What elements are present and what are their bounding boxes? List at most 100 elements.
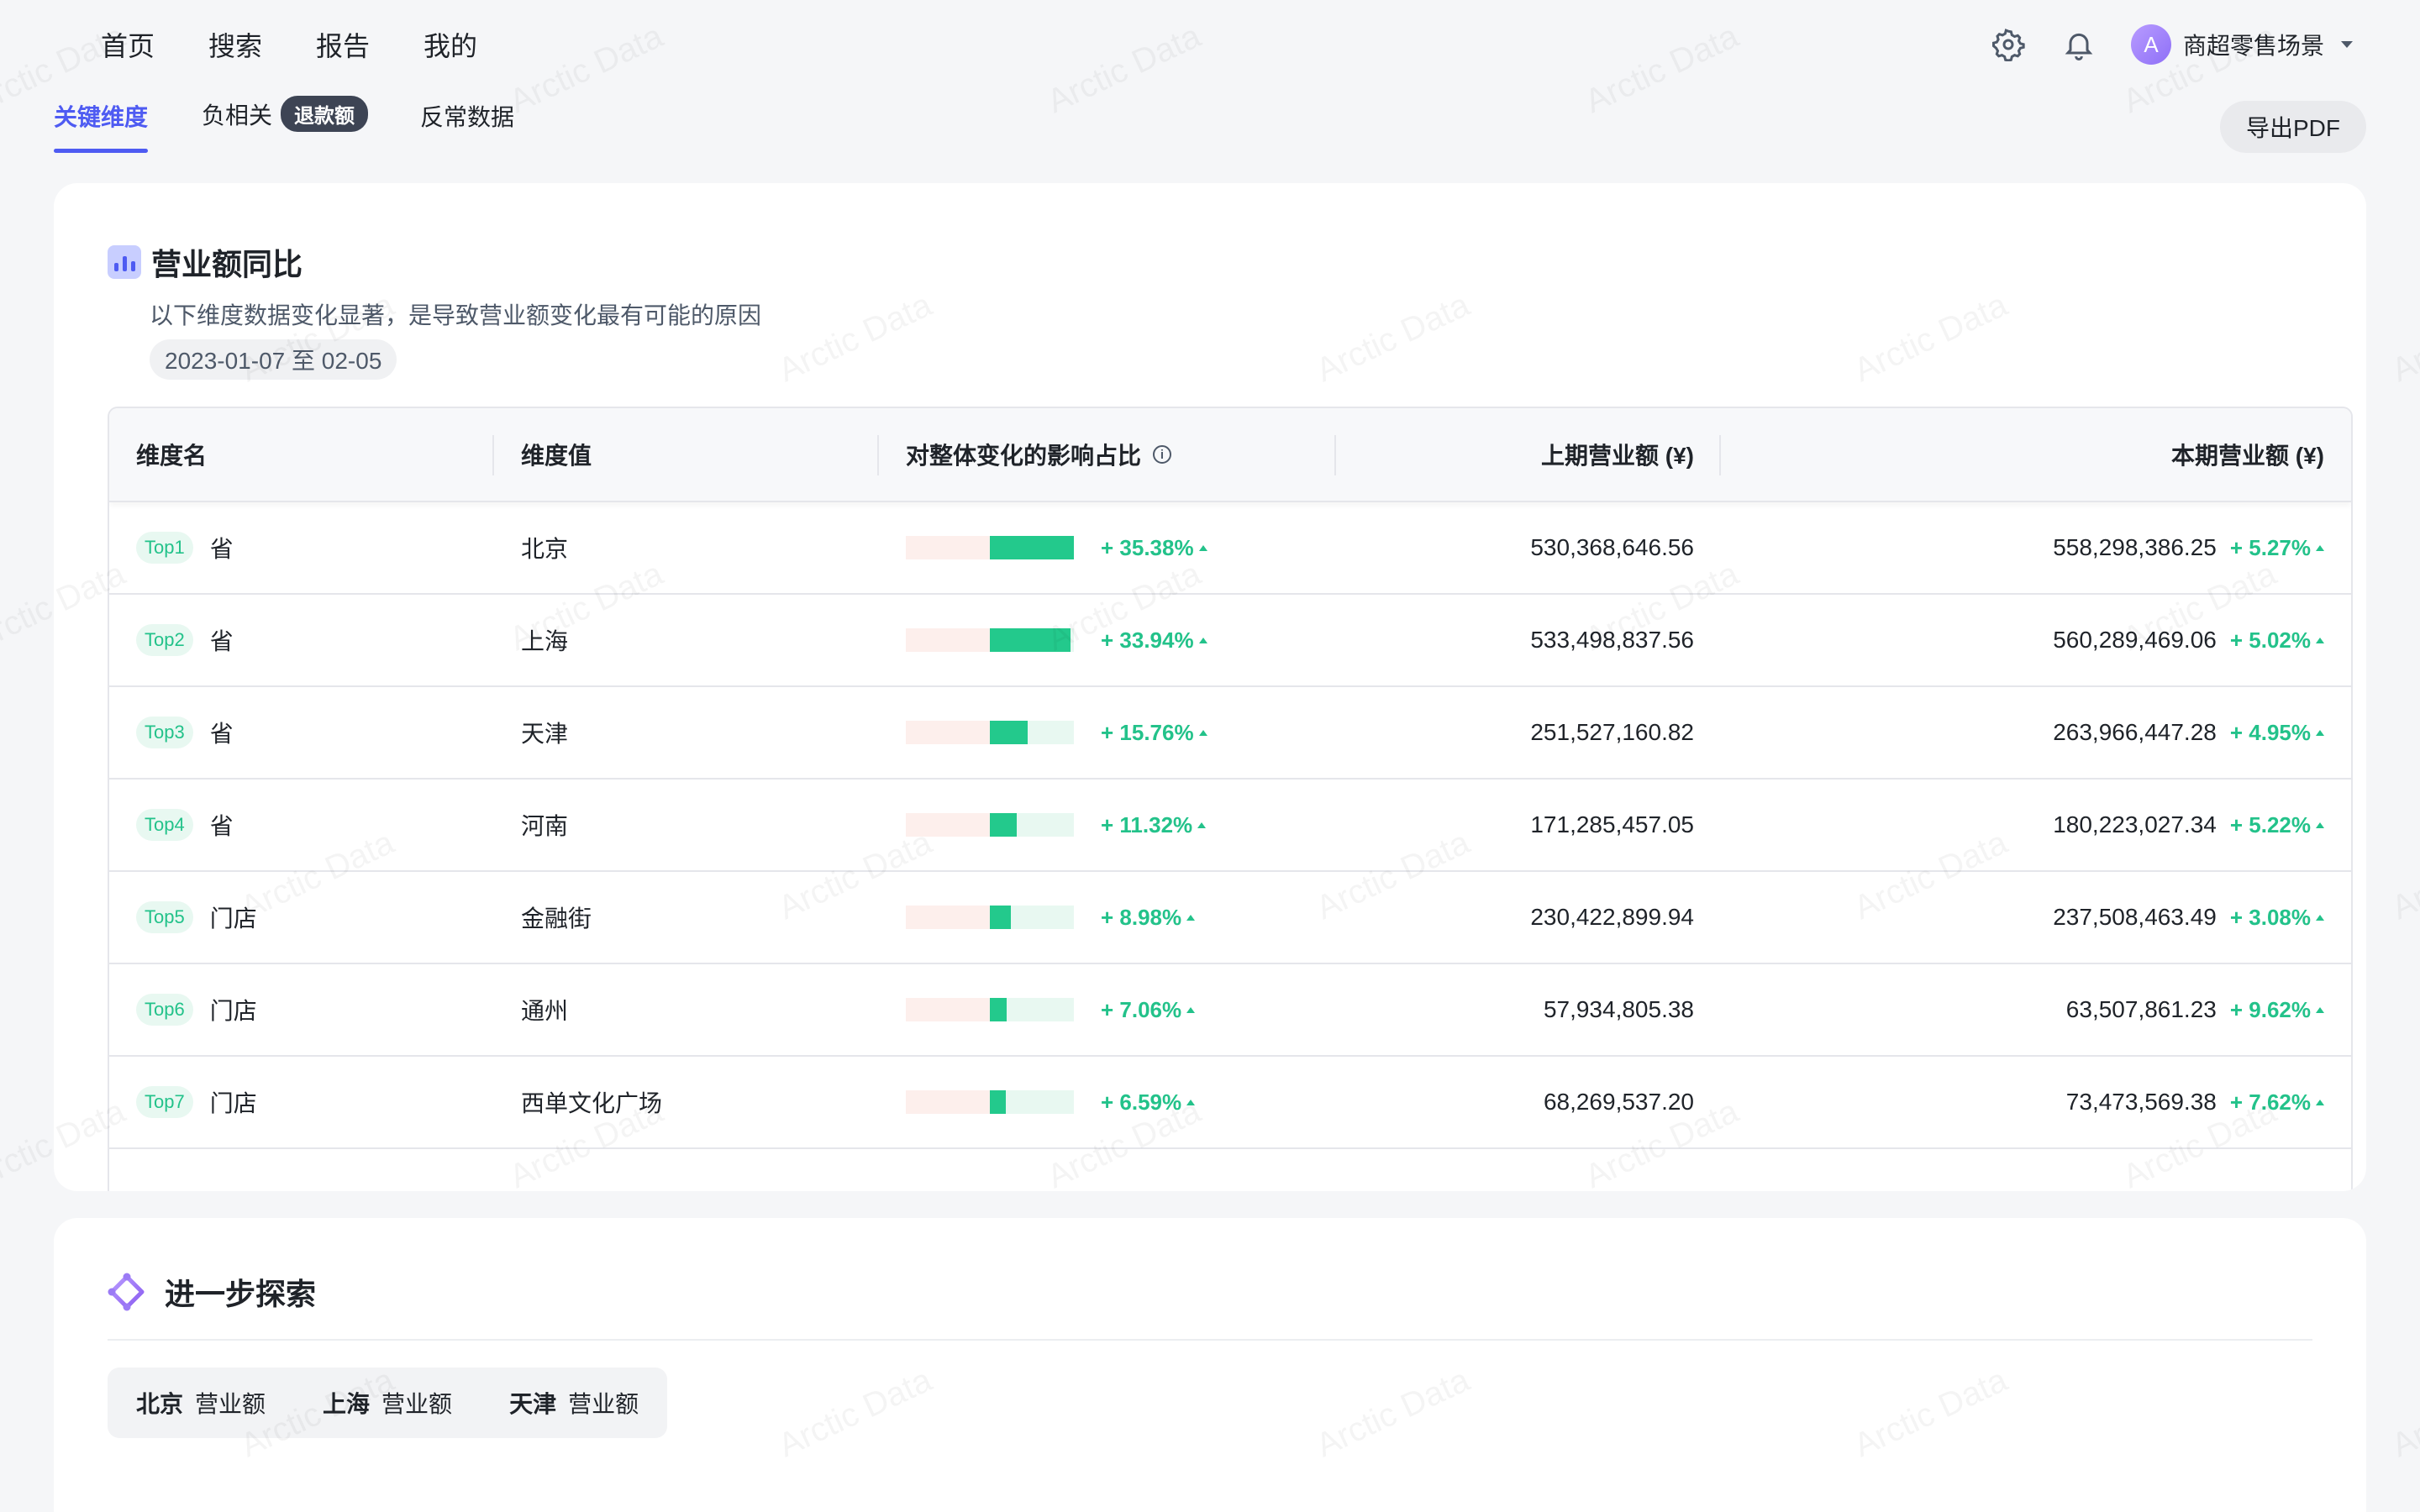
- export-pdf-button[interactable]: 导出PDF: [2220, 101, 2366, 153]
- notifications-button[interactable]: [2060, 26, 2097, 63]
- col-header-prev-revenue: 上期营业额 (¥): [1336, 408, 1721, 501]
- impact-bar-negative-track: [906, 628, 990, 652]
- table-row[interactable]: Top4 省 河南 + 11.32% 171,285,457.05 180,223,027…: [109, 780, 2351, 872]
- cell-curr-revenue: 558,298,386.25 + 5.27%: [1721, 502, 2351, 593]
- watermark: Arctic Data: [2386, 824, 2420, 927]
- cell-impact: + 7.06%: [879, 964, 1336, 1055]
- tab-label: 关键维度: [54, 104, 149, 130]
- col-header-curr-revenue: 本期营业额 (¥): [2170, 443, 2324, 469]
- up-arrow-icon: [1198, 729, 1207, 736]
- cell-prev-revenue: 251,527,160.82: [1336, 687, 1721, 778]
- settings-button[interactable]: [1990, 26, 2027, 63]
- up-arrow-icon: [1186, 914, 1196, 921]
- cell-dimension-value: 通州: [521, 998, 569, 1024]
- tab-anomalies[interactable]: 反常数据: [420, 99, 514, 133]
- nav-reports[interactable]: 报告: [316, 25, 370, 64]
- cell-dimension-value: 金融街: [521, 906, 592, 932]
- explore-chip-tianjin[interactable]: 天津 营业额: [509, 1386, 639, 1420]
- top-nav: 首页 搜索 报告 我的 A 商超零售场景: [0, 0, 2420, 91]
- up-arrow-icon: [2316, 914, 2324, 921]
- avatar: A: [2130, 24, 2171, 65]
- cell-prev-revenue: 230,422,899.94: [1336, 872, 1721, 963]
- up-arrow-icon: [2316, 1006, 2324, 1013]
- up-arrow-icon: [1198, 637, 1207, 643]
- prev-revenue: 533,498,837.56: [1530, 627, 1694, 653]
- prev-revenue: 68,269,537.20: [1543, 1089, 1694, 1115]
- impact-bar-fill: [990, 1090, 1006, 1114]
- chip-entity: 上海: [323, 1391, 371, 1417]
- impact-percent-label: + 11.32%: [1101, 811, 1193, 837]
- impact-percent: + 8.98%: [1101, 905, 1196, 931]
- impact-bar: [906, 536, 1074, 559]
- revenue-change: + 5.27%: [2230, 535, 2324, 561]
- impact-bar-fill: [990, 998, 1007, 1021]
- col-header-dimension-name: 维度名: [109, 408, 494, 501]
- user-name: 商超零售场景: [2182, 33, 2324, 59]
- revenue-change-label: + 9.62%: [2229, 996, 2311, 1022]
- rank-tag: Top6: [136, 994, 193, 1026]
- prev-revenue: 171,285,457.05: [1530, 811, 1694, 837]
- cell-dimension-name: Top3 省: [109, 687, 494, 778]
- cell-dimension-value: 天津: [521, 721, 569, 747]
- rank-tag: Top4: [136, 809, 193, 841]
- curr-revenue: 558,298,386.25: [2053, 534, 2217, 560]
- tab-key-dimensions[interactable]: 关键维度: [54, 99, 148, 133]
- card-header: 营业额同比: [108, 240, 302, 284]
- cell-curr-revenue: 237,508,463.49 + 3.08%: [1721, 872, 2351, 963]
- up-arrow-icon: [2316, 544, 2324, 551]
- impact-bar-fill: [990, 906, 1011, 929]
- explore-chip-shanghai[interactable]: 上海 营业额: [323, 1386, 452, 1420]
- revenue-change-label: + 3.08%: [2229, 904, 2311, 930]
- table-row[interactable]: Top6 门店 通州 + 7.06% 57,934,805.38 63,507,861.2…: [109, 964, 2351, 1057]
- bar-chart-icon: [108, 245, 141, 279]
- impact-bar-fill: [990, 628, 1071, 652]
- rank-tag: Top1: [136, 532, 193, 564]
- cell-dimension-name: Top5 门店: [109, 872, 494, 963]
- info-icon[interactable]: i: [1153, 445, 1172, 464]
- table-row[interactable]: Top7 门店 西单文化广场 + 6.59% 68,269,537.20 73,473,5…: [109, 1057, 2351, 1149]
- nav-search[interactable]: 搜索: [208, 25, 262, 64]
- nav-home[interactable]: 首页: [101, 25, 155, 64]
- explore-chip-beijing[interactable]: 北京 营业额: [136, 1386, 266, 1420]
- cell-dimension-value: 西单文化广场: [521, 1090, 663, 1116]
- impact-percent: + 35.38%: [1101, 535, 1207, 561]
- up-arrow-icon: [2316, 637, 2324, 643]
- dimension-name: 省: [209, 536, 234, 562]
- chip-metric: 营业额: [195, 1391, 266, 1417]
- impact-percent: + 11.32%: [1101, 811, 1207, 838]
- impact-percent: + 15.76%: [1101, 720, 1207, 746]
- card-title: 营业额同比: [151, 247, 303, 281]
- table-row[interactable]: Top3 省 天津 + 15.76% 251,527,160.82 263,966,447…: [109, 687, 2351, 780]
- prev-revenue: 230,422,899.94: [1530, 904, 1694, 930]
- rank-tag: Top3: [136, 717, 193, 748]
- table-row[interactable]: Top5 门店 金融街 + 8.98% 230,422,899.94 237,508,46…: [109, 872, 2351, 964]
- watermark: Arctic Data: [2386, 1362, 2420, 1465]
- chip-metric: 营业额: [568, 1391, 639, 1417]
- user-menu[interactable]: A 商超零售场景: [2130, 24, 2353, 65]
- cell-prev-revenue: 68,269,537.20: [1336, 1057, 1721, 1147]
- rank-tag: Top5: [136, 901, 193, 933]
- active-tab-indicator: [54, 149, 148, 153]
- revenue-change: + 9.62%: [2230, 997, 2324, 1023]
- impact-percent-label: + 7.06%: [1101, 996, 1182, 1022]
- table-body: Top1 省 北京 + 35.38% 530,368,646.56 558,298,386…: [109, 502, 2351, 1149]
- table-row[interactable]: Top2 省 上海 + 33.94% 533,498,837.56 560,289,469…: [109, 595, 2351, 687]
- rank-tag: Top2: [136, 624, 193, 656]
- impact-bar: [906, 1090, 1074, 1114]
- cell-dimension-name: Top4 省: [109, 780, 494, 870]
- impact-bar-negative-track: [906, 1090, 990, 1114]
- tab-negative-correlation[interactable]: 负相关 退款额: [202, 96, 369, 132]
- cell-curr-revenue: 560,289,469.06 + 5.02%: [1721, 595, 2351, 685]
- impact-bar-negative-track: [906, 998, 990, 1021]
- nav-mine[interactable]: 我的: [424, 25, 477, 64]
- impact-bar: [906, 906, 1074, 929]
- cell-impact: + 35.38%: [879, 502, 1336, 593]
- cell-impact: + 15.76%: [879, 687, 1336, 778]
- up-arrow-icon: [1197, 822, 1207, 828]
- watermark: Arctic Data: [2386, 286, 2420, 390]
- up-arrow-icon: [2316, 1099, 2324, 1105]
- cell-prev-revenue: 533,498,837.56: [1336, 595, 1721, 685]
- revenue-change-label: + 5.27%: [2229, 534, 2311, 560]
- impact-percent-label: + 35.38%: [1101, 534, 1194, 560]
- table-row[interactable]: Top1 省 北京 + 35.38% 530,368,646.56 558,298,386…: [109, 502, 2351, 595]
